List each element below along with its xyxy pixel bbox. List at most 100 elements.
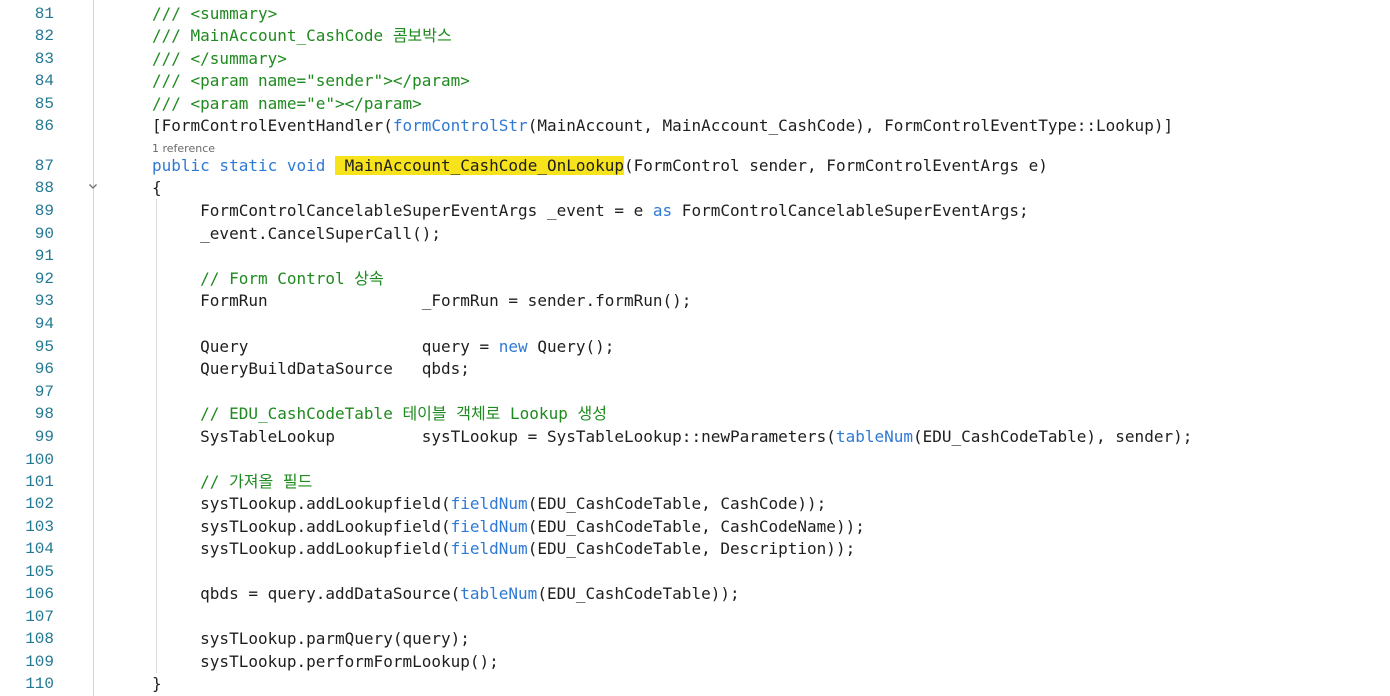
code-line[interactable]: 110} (0, 673, 1390, 695)
code-line[interactable]: 87 public static void MainAccount_CashCod… (0, 155, 1390, 177)
code-line[interactable]: 105 (0, 561, 1390, 583)
code-token: (EDU_CashCodeTable, CashCodeName)); (527, 517, 865, 536)
code-line[interactable]: 108 sysTLookup.parmQuery(query); (0, 628, 1390, 650)
line-number: 91 (34, 247, 54, 265)
code-line[interactable]: 88 { (0, 177, 1390, 199)
code-line[interactable]: 81 /// <summary> (0, 3, 1390, 25)
code-token: FormControlCancelableSuperEventArgs _eve… (152, 201, 653, 220)
code-token: (EDU_CashCodeTable, Description)); (527, 539, 856, 558)
code-token: FormRun _FormRun = sender.formRun(); (152, 291, 692, 310)
code-token: new (498, 337, 528, 356)
code-text: sysTLookup.addLookupfield(fieldNum(EDU_C… (152, 538, 855, 560)
code-text: } (152, 673, 162, 695)
code-line[interactable]: 106 qbds = query.addDataSource(tableNum(… (0, 583, 1390, 605)
line-number: 90 (34, 225, 54, 243)
code-token: Query(); (527, 337, 615, 356)
line-number: 83 (34, 50, 54, 68)
code-token: (FormControl sender, FormControlEventArg… (624, 156, 1048, 175)
code-token: as (652, 201, 673, 220)
highlighted-method-name: MainAccount_CashCode_OnLookup (335, 156, 625, 175)
code-text: /// </summary> (152, 48, 287, 70)
code-text: sysTLookup.performFormLookup(); (152, 651, 499, 673)
code-text: SysTableLookup sysTLookup = SysTableLook… (152, 426, 1192, 448)
line-number: 102 (25, 495, 54, 513)
code-line[interactable]: 89 FormControlCancelableSuperEventArgs _… (0, 200, 1390, 222)
code-token: qbds = query.addDataSource( (152, 584, 461, 603)
line-number: 87 (34, 157, 54, 175)
line-number: 97 (34, 383, 54, 401)
line-number: 96 (34, 360, 54, 378)
code-token: formControlStr (392, 116, 528, 135)
code-line[interactable]: 93 FormRun _FormRun = sender.formRun(); (0, 290, 1390, 312)
code-line[interactable]: 107 (0, 606, 1390, 628)
code-token: tableNum (460, 584, 538, 603)
code-token: (EDU_CashCodeTable), sender); (913, 427, 1193, 446)
code-line[interactable]: 85 /// <param name="e"></param> (0, 93, 1390, 115)
code-line[interactable]: 90 _event.CancelSuperCall(); (0, 223, 1390, 245)
code-line[interactable]: 101 // 가져올 필드 (0, 471, 1390, 493)
line-number: 95 (34, 338, 54, 356)
code-token: fieldNum (450, 494, 528, 513)
code-text: { (152, 177, 162, 199)
code-token: sysTLookup.performFormLookup(); (152, 652, 499, 671)
code-line[interactable]: 96 QueryBuildDataSource qbds; (0, 358, 1390, 380)
code-line[interactable]: 109 sysTLookup.performFormLookup(); (0, 651, 1390, 673)
code-line[interactable]: 94 (0, 313, 1390, 335)
code-text: FormRun _FormRun = sender.formRun(); (152, 290, 691, 312)
code-line[interactable]: 95 Query query = new Query(); (0, 336, 1390, 358)
code-token: fieldNum (450, 539, 528, 558)
code-text: // Form Control 상속 (152, 268, 384, 290)
line-number: 88 (34, 179, 54, 197)
line-number: 106 (25, 585, 54, 603)
code-line[interactable]: 83 /// </summary> (0, 48, 1390, 70)
code-token: { (152, 178, 162, 197)
code-token: (EDU_CashCodeTable)); (537, 584, 740, 603)
code-token: sysTLookup.addLookupfield( (152, 494, 451, 513)
code-token: // EDU_CashCodeTable 테이블 객체로 Lookup 생성 (152, 404, 607, 423)
code-line[interactable]: 91 (0, 245, 1390, 267)
code-line[interactable]: 98 // EDU_CashCodeTable 테이블 객체로 Lookup 생… (0, 403, 1390, 425)
code-editor[interactable]: 1 reference 81/// <summary> 82/// MainAcc… (0, 0, 1390, 696)
code-line[interactable]: 102 sysTLookup.addLookupfield(fieldNum(E… (0, 493, 1390, 515)
line-number: 108 (25, 630, 54, 648)
code-line[interactable]: 100 (0, 449, 1390, 471)
line-number: 84 (34, 72, 54, 90)
code-line[interactable]: 82 /// MainAccount_CashCode 콤보박스 (0, 25, 1390, 47)
code-token: sysTLookup.addLookupfield( (152, 517, 451, 536)
code-token: _event.CancelSuperCall(); (152, 224, 441, 243)
code-text: // EDU_CashCodeTable 테이블 객체로 Lookup 생성 (152, 403, 607, 425)
code-token: fieldNum (450, 517, 528, 536)
code-token: // Form Control 상속 (152, 269, 384, 288)
code-line[interactable]: 104 sysTLookup.addLookupfield(fieldNum(E… (0, 538, 1390, 560)
code-token: SysTableLookup sysTLookup = SysTableLook… (152, 427, 836, 446)
code-text: /// MainAccount_CashCode 콤보박스 (152, 25, 452, 47)
line-number: 103 (25, 518, 54, 536)
line-number: 104 (25, 540, 54, 558)
code-token: (MainAccount, MainAccount_CashCode), For… (527, 116, 1174, 135)
code-token: // 가져올 필드 (152, 472, 313, 491)
chevron-down-icon[interactable] (86, 180, 100, 194)
code-token: /// MainAccount_CashCode 콤보박스 (152, 26, 452, 45)
code-line[interactable]: 97 (0, 381, 1390, 403)
code-text: sysTLookup.addLookupfield(fieldNum(EDU_C… (152, 493, 826, 515)
code-token: /// </summary> (152, 49, 287, 68)
code-token: [FormControlEventHandler( (152, 116, 393, 135)
line-number: 85 (34, 95, 54, 113)
code-line[interactable]: 103 sysTLookup.addLookupfield(fieldNum(E… (0, 516, 1390, 538)
code-text: QueryBuildDataSource qbds; (152, 358, 470, 380)
code-text: public static void MainAccount_CashCode_… (152, 155, 1048, 177)
code-text: sysTLookup.addLookupfield(fieldNum(EDU_C… (152, 516, 865, 538)
code-line[interactable]: 92 // Form Control 상속 (0, 268, 1390, 290)
code-line[interactable]: 99 SysTableLookup sysTLookup = SysTableL… (0, 426, 1390, 448)
code-token: sysTLookup.parmQuery(query); (152, 629, 470, 648)
code-line[interactable]: 86 [FormControlEventHandler(formControlSt… (0, 115, 1390, 137)
line-number: 89 (34, 202, 54, 220)
line-number: 94 (34, 315, 54, 333)
code-token: FormControlCancelableSuperEventArgs; (672, 201, 1029, 220)
code-text: qbds = query.addDataSource(tableNum(EDU_… (152, 583, 740, 605)
line-number: 92 (34, 270, 54, 288)
code-token: (EDU_CashCodeTable, CashCode)); (527, 494, 827, 513)
code-line[interactable]: 84 /// <param name="sender"></param> (0, 70, 1390, 92)
line-number: 100 (25, 451, 54, 469)
